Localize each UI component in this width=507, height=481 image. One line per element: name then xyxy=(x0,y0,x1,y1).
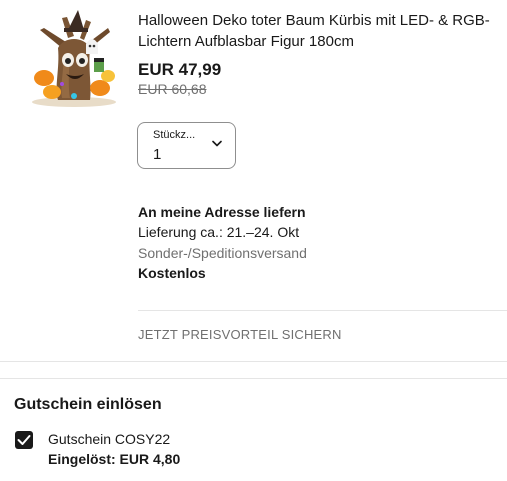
shipping-heading: An meine Adresse liefern xyxy=(138,204,306,220)
promo-link[interactable]: JETZT PREISVORTEIL SICHERN xyxy=(138,327,342,342)
product-price: EUR 47,99 xyxy=(138,60,222,79)
original-price: EUR 60,68 xyxy=(138,81,207,97)
quantity-label: Stückz... xyxy=(153,129,196,141)
shipping-method: Sonder-/Speditionsversand xyxy=(138,245,307,261)
divider xyxy=(0,361,507,362)
delivery-estimate: Lieferung ca.: 21.–24. Okt xyxy=(138,224,300,240)
divider xyxy=(0,378,507,379)
product-title[interactable]: Halloween Deko toter Baum Kürbis mit LED… xyxy=(138,10,493,52)
chevron-down-icon xyxy=(212,140,222,147)
quantity-select[interactable]: Stückz... 1 xyxy=(137,122,236,169)
coupon-checkbox[interactable] xyxy=(15,431,33,449)
coupon-heading: Gutschein einlösen xyxy=(14,396,162,413)
coupon-redeemed-amount: Eingelöst: EUR 4,80 xyxy=(48,451,181,467)
checkmark-icon xyxy=(17,435,31,445)
divider xyxy=(138,310,507,311)
quantity-value: 1 xyxy=(153,146,162,163)
coupon-name: Gutschein COSY22 xyxy=(48,431,171,447)
product-image[interactable] xyxy=(22,8,120,108)
inflatable-halloween-tree-image xyxy=(32,10,116,107)
shipping-cost: Kostenlos xyxy=(138,265,206,281)
